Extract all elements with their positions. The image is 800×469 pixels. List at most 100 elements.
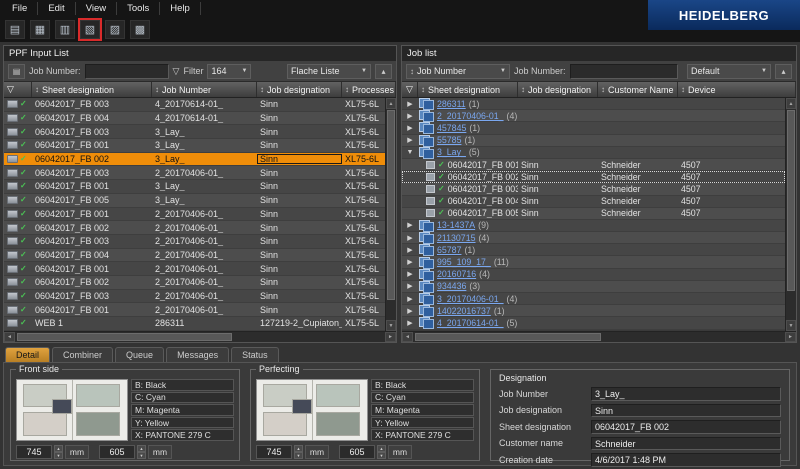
- column-header-customer-name[interactable]: ↕Customer Name: [598, 82, 678, 97]
- table-row[interactable]: ✓06042017_FB 0042_20170406-01_SinnXL75-6…: [4, 249, 385, 263]
- scrollbar-track[interactable]: [786, 109, 796, 320]
- job-link[interactable]: 20160716: [437, 269, 476, 279]
- width-stepper[interactable]: ▲▼: [54, 445, 63, 459]
- column-header-processes[interactable]: ↕Processes: [342, 82, 396, 97]
- job-link[interactable]: 934436: [437, 281, 466, 291]
- job-vertical-scrollbar[interactable]: ▲ ▼: [785, 98, 796, 331]
- sort-field-dropdown[interactable]: ↕ Job Number ▼: [406, 64, 510, 79]
- view-preset-dropdown[interactable]: Default ▼: [687, 64, 771, 79]
- column-header-job-designation[interactable]: ↕Job designation: [518, 82, 598, 97]
- job-link[interactable]: 13-1437A: [437, 220, 475, 230]
- menu-item-tools[interactable]: Tools: [117, 2, 160, 15]
- column-header-sheet-designation[interactable]: ↕Sheet designation: [32, 82, 152, 97]
- height-input[interactable]: 605: [339, 445, 375, 459]
- expand-arrow-icon[interactable]: ▶: [404, 258, 416, 266]
- column-filter-icon[interactable]: ▽: [402, 82, 418, 97]
- job-group-row[interactable]: ▶286311(1): [402, 98, 785, 110]
- column-header-device[interactable]: ↕Device: [678, 82, 796, 97]
- collapse-panel-button[interactable]: ▴: [775, 64, 792, 79]
- column-header-sheet-designation[interactable]: ↕Sheet designation: [418, 82, 518, 97]
- job-link[interactable]: 65787: [437, 245, 461, 255]
- scroll-right-button[interactable]: ►: [785, 332, 796, 342]
- tab-messages[interactable]: Messages: [166, 347, 229, 362]
- expand-arrow-icon[interactable]: ▶: [404, 246, 416, 254]
- job-group-row[interactable]: ▶934436(3): [402, 281, 785, 293]
- expand-arrow-icon[interactable]: ▶: [404, 270, 416, 278]
- field-value[interactable]: 06042017_FB 002: [591, 420, 781, 434]
- scrollbar-thumb[interactable]: [387, 110, 395, 300]
- table-row[interactable]: ✓06042017_FB 0013_Lay_SinnXL75-6L: [4, 180, 385, 194]
- job-sheet-row[interactable]: ✓06042017_FB 002SinnSchneider4507: [402, 171, 785, 183]
- job-group-row[interactable]: ▶995_109_17_(11): [402, 256, 785, 268]
- scroll-down-button[interactable]: ▼: [386, 320, 396, 331]
- scroll-right-button[interactable]: ►: [385, 332, 396, 342]
- expand-arrow-icon[interactable]: ▶: [404, 136, 416, 144]
- job-group-row[interactable]: ▶14022016737(1): [402, 305, 785, 317]
- job-group-row[interactable]: ▶20160716(4): [402, 269, 785, 281]
- step-down-icon[interactable]: ▼: [54, 452, 63, 459]
- step-up-icon[interactable]: ▲: [377, 445, 386, 452]
- step-down-icon[interactable]: ▼: [294, 452, 303, 459]
- list-mode-dropdown[interactable]: Flache Liste ▼: [287, 64, 371, 79]
- table-row[interactable]: ✓06042017_FB 0032_20170406-01_SinnXL75-6…: [4, 290, 385, 304]
- job-number-input-right[interactable]: [570, 64, 678, 79]
- table-row[interactable]: ✓06042017_FB 0034_20170614-01_SinnXL75-6…: [4, 98, 385, 112]
- job-horizontal-scrollbar[interactable]: ◄ ►: [402, 331, 796, 342]
- collapse-panel-button[interactable]: ▴: [375, 64, 392, 79]
- job-group-row[interactable]: ▶21130715(4): [402, 232, 785, 244]
- width-input[interactable]: 745: [256, 445, 292, 459]
- job-group-row[interactable]: ▶4_20170614-01_(5): [402, 317, 785, 329]
- expand-arrow-icon[interactable]: ▶: [404, 124, 416, 132]
- scrollbar-track[interactable]: [386, 109, 396, 320]
- scrollbar-track[interactable]: [15, 332, 385, 342]
- job-group-row[interactable]: ▶65787(1): [402, 244, 785, 256]
- scroll-up-button[interactable]: ▲: [786, 98, 796, 109]
- table-row[interactable]: ✓06042017_FB 0033_Lay_SinnXL75-6L: [4, 125, 385, 139]
- job-link[interactable]: 457845: [437, 123, 466, 133]
- job-group-row[interactable]: ▶2_20170406-01_(4): [402, 110, 785, 122]
- expand-arrow-icon[interactable]: ▶: [404, 319, 416, 327]
- menu-item-view[interactable]: View: [76, 2, 117, 15]
- scroll-left-button[interactable]: ◄: [402, 332, 413, 342]
- job-group-row[interactable]: ▶55785(1): [402, 135, 785, 147]
- menu-item-help[interactable]: Help: [160, 2, 201, 15]
- job-group-row[interactable]: ▶3_20170406-01_(4): [402, 293, 785, 305]
- expand-arrow-icon[interactable]: ▶: [404, 100, 416, 108]
- tab-detail[interactable]: Detail: [5, 347, 50, 362]
- column-header-job-number[interactable]: ↕Job Number: [152, 82, 257, 97]
- job-sheet-row[interactable]: ✓06042017_FB 005SinnSchneider4507: [402, 208, 785, 220]
- width-input[interactable]: 745: [16, 445, 52, 459]
- column-header-job-designation[interactable]: ↕Job designation: [257, 82, 342, 97]
- job-sheet-row[interactable]: ✓06042017_FB 001SinnSchneider4507: [402, 159, 785, 171]
- job-link[interactable]: 14022016737: [437, 306, 491, 316]
- scroll-left-button[interactable]: ◄: [4, 332, 15, 342]
- job-group-row[interactable]: ▶457845(1): [402, 122, 785, 134]
- table-row[interactable]: ✓WEB 1286311127219-2_Cupiaton_S&R_X...XL…: [4, 317, 385, 331]
- job-sheet-row[interactable]: ✓06042017_FB 004SinnSchneider4507: [402, 196, 785, 208]
- ppf-vertical-scrollbar[interactable]: ▲ ▼: [385, 98, 396, 331]
- table-row[interactable]: ✓06042017_FB 0012_20170406-01_SinnXL75-6…: [4, 208, 385, 222]
- scrollbar-thumb[interactable]: [787, 110, 795, 291]
- queue-icon[interactable]: ▥: [55, 20, 75, 39]
- job-link[interactable]: 21130715: [437, 233, 476, 243]
- list-settings-button[interactable]: ▤: [8, 64, 25, 79]
- scroll-up-button[interactable]: ▲: [386, 98, 396, 109]
- width-stepper[interactable]: ▲▼: [294, 445, 303, 459]
- sheet-view-icon[interactable]: ▦: [30, 20, 50, 39]
- field-value[interactable]: Schneider: [591, 437, 781, 451]
- table-row[interactable]: ✓06042017_FB 0012_20170406-01_SinnXL75-6…: [4, 303, 385, 317]
- field-value[interactable]: 4/6/2017 1:48 PM: [591, 453, 781, 467]
- scrollbar-thumb[interactable]: [415, 333, 601, 341]
- expand-arrow-icon[interactable]: ▶: [404, 295, 416, 303]
- expand-arrow-icon[interactable]: ▶: [404, 234, 416, 242]
- settings-icon[interactable]: ▩: [130, 20, 150, 39]
- job-number-input[interactable]: [85, 64, 169, 79]
- table-row[interactable]: ✓06042017_FB 0053_Lay_SinnXL75-6L: [4, 194, 385, 208]
- scrollbar-track[interactable]: [413, 332, 785, 342]
- step-up-icon[interactable]: ▲: [137, 445, 146, 452]
- expand-arrow-icon[interactable]: ▶: [404, 112, 416, 120]
- height-stepper[interactable]: ▲▼: [137, 445, 146, 459]
- ppf-import-icon[interactable]: ▧: [80, 20, 100, 39]
- table-row[interactable]: ✓06042017_FB 0023_Lay_SinnXL75-6L: [4, 153, 385, 167]
- scroll-down-button[interactable]: ▼: [786, 320, 796, 331]
